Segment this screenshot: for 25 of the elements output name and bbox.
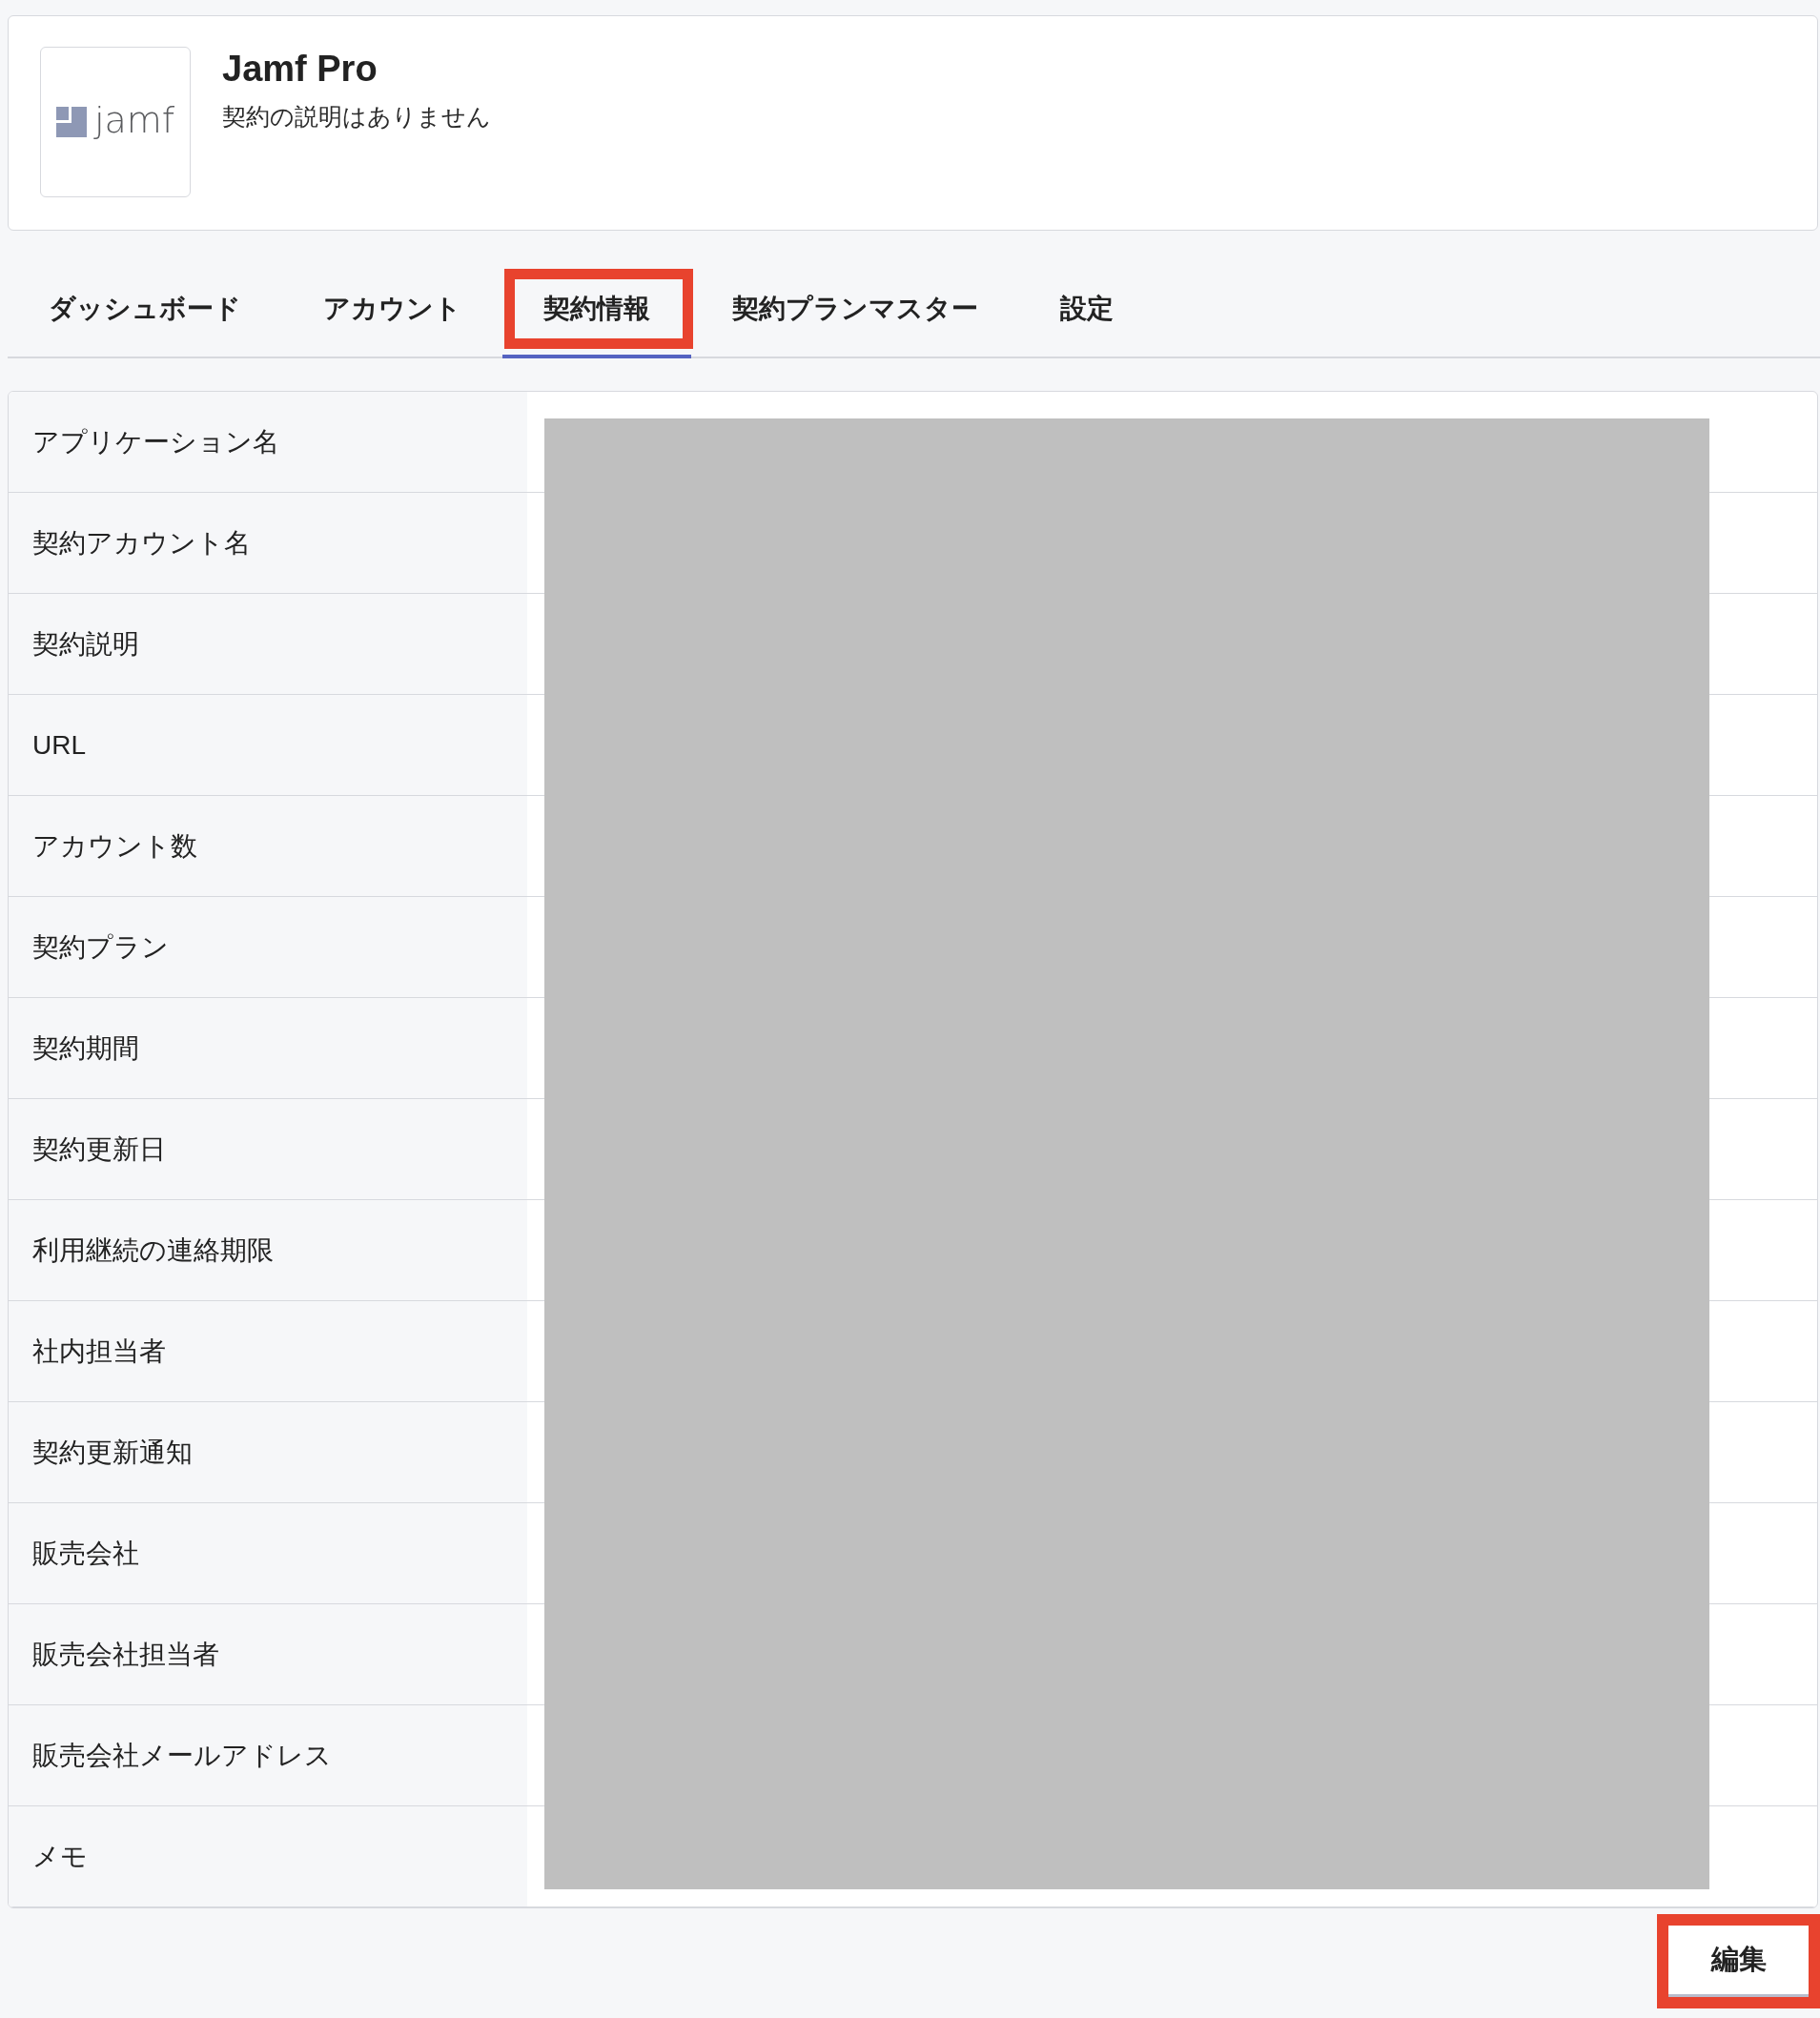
field-label: 契約更新日 xyxy=(9,1099,527,1199)
app-description: 契約の説明はありません xyxy=(222,102,491,132)
field-label: 販売会社メールアドレス xyxy=(9,1705,527,1805)
field-label: 契約更新通知 xyxy=(9,1402,527,1502)
tab[interactable]: 契約情報 xyxy=(502,269,691,358)
field-label: 契約アカウント名 xyxy=(9,493,527,593)
edit-button[interactable]: 編集 xyxy=(1668,1926,1809,1997)
field-label: URL xyxy=(9,695,527,795)
field-label: 販売会社 xyxy=(9,1503,527,1603)
field-label: アカウント数 xyxy=(9,796,527,896)
app-title: Jamf Pro xyxy=(222,48,378,91)
tab[interactable]: 設定 xyxy=(1019,269,1155,358)
field-label: 契約プラン xyxy=(9,897,527,997)
field-label: メモ xyxy=(9,1806,527,1906)
tab[interactable]: アカウント xyxy=(282,269,502,358)
logo-icon xyxy=(55,107,87,137)
field-label: 契約説明 xyxy=(9,594,527,694)
tab[interactable]: ダッシュボード xyxy=(8,269,282,358)
field-label: 利用継続の連絡期限 xyxy=(9,1200,527,1300)
field-label: アプリケーション名 xyxy=(9,392,527,492)
field-label: 販売会社担当者 xyxy=(9,1604,527,1704)
tab[interactable]: 契約プランマスター xyxy=(691,269,1019,358)
logo-wordmark: jamf xyxy=(93,102,175,142)
field-label: 契約期間 xyxy=(9,998,527,1098)
field-label: 社内担当者 xyxy=(9,1301,527,1401)
